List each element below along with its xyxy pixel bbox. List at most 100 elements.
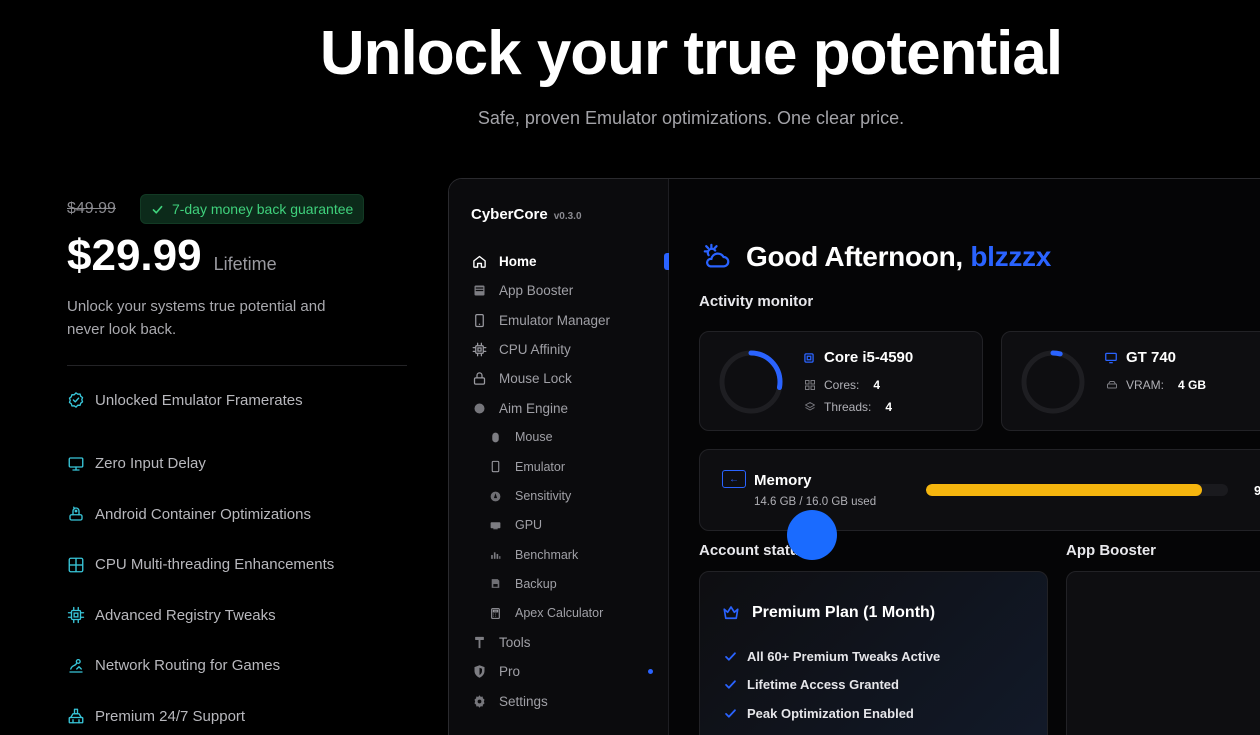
activity-monitor-heading: Activity monitor bbox=[699, 293, 814, 310]
hammer-icon bbox=[471, 635, 487, 651]
chip-icon bbox=[67, 606, 85, 624]
cpu-icon bbox=[804, 352, 814, 363]
feature-item: Network Routing for Games bbox=[67, 641, 407, 692]
cpu-cores: Cores: 4 bbox=[804, 378, 880, 392]
gpu-vram: VRAM: 4 GB bbox=[1106, 378, 1206, 392]
gpu-name: GT 740 bbox=[1126, 349, 1177, 366]
app-window-preview: CyberCore v0.3.0 Home App Booster Emulat… bbox=[448, 178, 1260, 735]
sidebar-item-label: Pro bbox=[499, 664, 521, 680]
sidebar-item-label: GPU bbox=[515, 518, 543, 533]
sidebar-item-backup[interactable]: Backup bbox=[471, 569, 669, 598]
layers-icon bbox=[805, 402, 815, 411]
plan-benefit-label: All 60+ Premium Tweaks Active bbox=[747, 648, 941, 664]
grid-icon bbox=[805, 380, 815, 390]
mouse-icon bbox=[487, 429, 503, 445]
sidebar: CyberCore v0.3.0 Home App Booster Emulat… bbox=[449, 179, 669, 735]
sidebar-item-pro[interactable]: Pro bbox=[471, 657, 669, 686]
sidebar-item-label: Home bbox=[499, 254, 537, 270]
shield-check-icon bbox=[67, 391, 85, 409]
dashboard-main: Good Afternoon, blzzzx Activity monitor … bbox=[670, 179, 1260, 735]
sidebar-item-emulator-manager[interactable]: Emulator Manager bbox=[471, 306, 669, 335]
sidebar-item-apex-calculator[interactable]: Apex Calculator bbox=[471, 599, 669, 628]
pricing-panel: $49.99 7-day money back guarantee $29.99… bbox=[67, 193, 407, 735]
account-status-card: Premium Plan (1 Month) All 60+ Premium T… bbox=[699, 571, 1048, 735]
cores-value: 4 bbox=[873, 378, 881, 392]
android-icon bbox=[67, 505, 85, 523]
chat-button[interactable] bbox=[787, 510, 837, 560]
sidebar-item-label: CPU Affinity bbox=[499, 342, 571, 358]
vram-label: VRAM: bbox=[1126, 378, 1165, 392]
guarantee-badge: 7-day money back guarantee bbox=[139, 194, 365, 224]
monitor-icon bbox=[1105, 352, 1117, 363]
lock-icon bbox=[471, 371, 487, 387]
plan-name: Premium Plan (1 Month) bbox=[752, 604, 936, 621]
price-description: Unlock your systems true potential and n… bbox=[67, 298, 326, 338]
guarantee-text: 7-day money back guarantee bbox=[171, 201, 354, 217]
vram-value: 4 GB bbox=[1178, 378, 1207, 392]
sidebar-item-label: Settings bbox=[499, 693, 548, 709]
check-icon bbox=[725, 709, 736, 718]
cpu-title: Core i5-4590 bbox=[802, 349, 913, 366]
sidebar-item-home[interactable]: Home bbox=[471, 247, 669, 276]
sidebar-item-label: Benchmark bbox=[515, 547, 579, 562]
brand: CyberCore v0.3.0 bbox=[471, 206, 582, 223]
sidebar-item-sensitivity[interactable]: Sensitivity bbox=[471, 481, 669, 510]
benchmark-icon bbox=[487, 547, 503, 563]
sidebar-item-label: Mouse bbox=[515, 430, 553, 445]
divider bbox=[67, 365, 407, 366]
drive-icon bbox=[1107, 381, 1117, 389]
sidebar-item-label: Sensitivity bbox=[515, 489, 572, 504]
sidebar-item-aim-engine[interactable]: Aim Engine bbox=[471, 393, 669, 422]
phone-icon bbox=[471, 312, 487, 328]
cores-label: Cores: bbox=[824, 378, 860, 392]
cpu-usage-ring bbox=[719, 350, 783, 414]
threads-value: 4 bbox=[885, 400, 893, 414]
brand-version: v0.3.0 bbox=[553, 211, 582, 222]
sidebar-item-label: Tools bbox=[499, 635, 531, 650]
cpu-icon bbox=[471, 342, 487, 358]
gpu-card: GT 740 VRAM: 4 GB bbox=[1001, 331, 1260, 431]
sidebar-item-label: Backup bbox=[515, 576, 557, 591]
memory-title: Memory bbox=[754, 472, 812, 489]
sidebar-item-emulator[interactable]: Emulator bbox=[471, 452, 669, 481]
memory-progress-track bbox=[926, 484, 1228, 496]
memory-icon: ← bbox=[722, 470, 746, 488]
aim-icon bbox=[471, 400, 487, 416]
sidebar-item-app-booster[interactable]: App Booster bbox=[471, 276, 669, 305]
home-icon bbox=[471, 254, 487, 270]
notification-dot bbox=[648, 669, 653, 675]
feature-label: Unlocked Emulator Framerates bbox=[95, 391, 303, 409]
plan-benefit-label: Lifetime Access Granted bbox=[747, 677, 899, 693]
plan-benefit-item: Peak Optimization Enabled bbox=[724, 699, 940, 728]
monitor-icon bbox=[67, 455, 85, 473]
feature-label: Advanced Registry Tweaks bbox=[95, 606, 276, 624]
sidebar-item-gpu[interactable]: GPU bbox=[471, 511, 669, 540]
sidebar-item-tools[interactable]: Tools bbox=[471, 628, 669, 657]
feature-item: Zero Input Delay bbox=[67, 439, 407, 490]
greeting-text: Good Afternoon, blzzzx bbox=[746, 241, 1051, 273]
sidebar-item-settings[interactable]: Settings bbox=[471, 686, 669, 715]
feature-item: CPU Multi-threading Enhancements bbox=[67, 540, 407, 591]
sidebar-item-label: App Booster bbox=[499, 283, 574, 299]
check-icon bbox=[725, 652, 736, 661]
feature-item: Advanced Registry Tweaks bbox=[67, 590, 407, 641]
memory-percent: 9 bbox=[1254, 483, 1260, 498]
plan-title: Premium Plan (1 Month) bbox=[722, 604, 935, 622]
sidebar-item-mouse[interactable]: Mouse bbox=[471, 423, 669, 452]
sidebar-item-label: Apex Calculator bbox=[515, 606, 604, 621]
feature-label: CPU Multi-threading Enhancements bbox=[95, 556, 335, 574]
support-icon bbox=[67, 707, 85, 725]
app-booster-card bbox=[1066, 571, 1260, 735]
plan-benefits: All 60+ Premium Tweaks Active Lifetime A… bbox=[724, 642, 940, 728]
calculator-icon bbox=[487, 605, 503, 621]
hero-title: Unlock your true potential bbox=[319, 19, 1063, 88]
weather-icon bbox=[703, 243, 730, 268]
sidebar-item-benchmark[interactable]: Benchmark bbox=[471, 540, 669, 569]
plan-benefit-item: All 60+ Premium Tweaks Active bbox=[724, 642, 940, 671]
price-term: Lifetime bbox=[213, 254, 277, 274]
grid-icon bbox=[67, 556, 85, 574]
sidebar-item-cpu-affinity[interactable]: CPU Affinity bbox=[471, 335, 669, 364]
crown-icon bbox=[723, 606, 739, 620]
sidebar-item-mouse-lock[interactable]: Mouse Lock bbox=[471, 364, 669, 393]
backup-icon bbox=[487, 576, 503, 592]
